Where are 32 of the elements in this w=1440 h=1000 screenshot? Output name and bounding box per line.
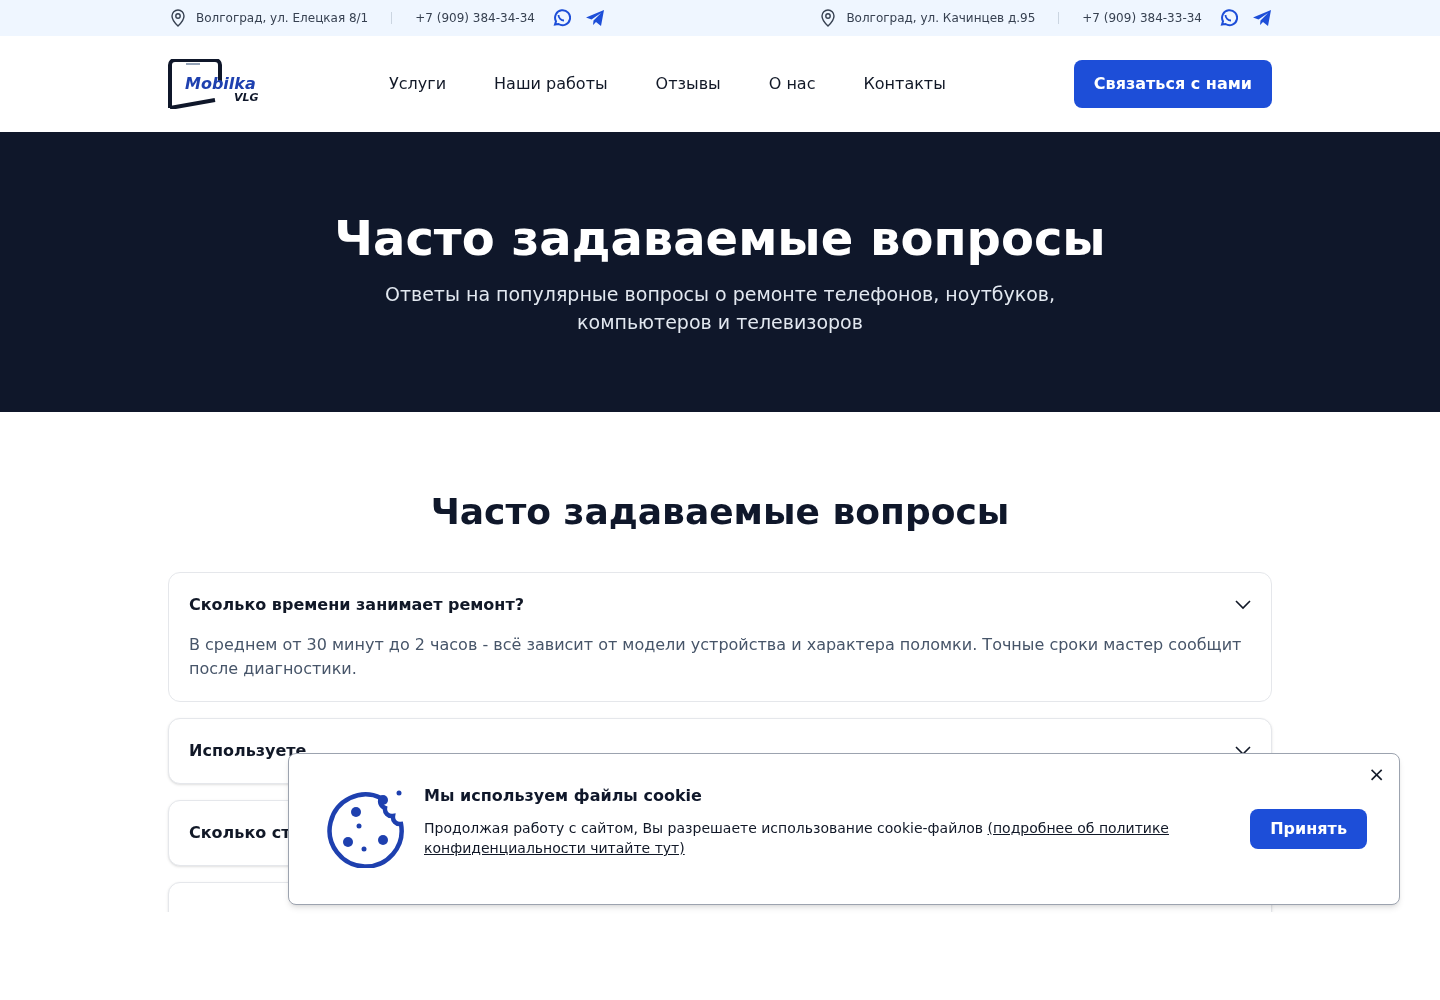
address-text: Волгоград, ул. Елецкая 8/1	[196, 10, 369, 27]
phone-link[interactable]: +7 (909) 384-34-34	[415, 9, 535, 27]
accept-button[interactable]: Принять	[1250, 809, 1367, 849]
telegram-plane-icon[interactable]	[1252, 9, 1272, 27]
logo[interactable]: Mobilka VLG	[168, 59, 262, 109]
faq-question: Сколько времени занимает ремонт?	[189, 594, 524, 616]
faq-answer: В среднем от 30 минут до 2 часов - всё зависит от модели устройства и характера поломки. Точные сроки мастер сообщит после диагностики.	[189, 634, 1243, 680]
cookie-title: Мы используем файлы cookie	[424, 785, 703, 807]
cookie-text: Продолжая работу с сайтом, Вы разрешаете использование cookie-файлов (подробнее об политике конфиденциальности читайте тут)	[424, 819, 1170, 858]
nav-link[interactable]: О нас	[768, 72, 816, 96]
nav-link[interactable]: Наши работы	[494, 72, 608, 96]
close-button[interactable]: ×	[1368, 762, 1385, 786]
section-title: Часто задаваемые вопросы	[429, 490, 1011, 534]
nav-link[interactable]: Услуги	[389, 72, 447, 96]
contact-button[interactable]: Связаться с нами	[1073, 60, 1272, 108]
chevron-icon	[1235, 600, 1251, 610]
faq-card[interactable]: Сколько времени занимает ремонт? В среднем от 30 минут до 2 часов - всё зависит от модели устройства и характера поломки. Точные сроки мастер сообщит после диагностики.	[168, 572, 1272, 702]
privacy-link[interactable]: конфиденциальности читайте тут)	[424, 840, 685, 856]
cookie-icon	[326, 790, 404, 868]
address-text: Волгоград, ул. Качинцев д.95	[846, 10, 1036, 27]
location-pin-icon	[170, 9, 186, 27]
whatsapp-icon[interactable]	[1218, 8, 1238, 28]
hero-title: Часто задаваемые вопросы	[334, 209, 1106, 268]
chevron-icon	[1235, 746, 1251, 756]
nav-link[interactable]: Контакты	[863, 72, 946, 96]
nav-link[interactable]: Отзывы	[655, 72, 721, 96]
faq-question: Используете	[189, 740, 307, 762]
telegram-plane-icon[interactable]	[584, 9, 605, 27]
privacy-link[interactable]: (подробнее об политике	[987, 820, 1169, 836]
phone-link[interactable]: +7 (909) 384-33-34	[1082, 9, 1202, 27]
location-pin-icon	[820, 9, 837, 27]
hero-subtitle: Ответы на популярные вопросы о ремонте телефонов, ноутбуков, компьютеров и телевизоров	[383, 282, 1057, 335]
